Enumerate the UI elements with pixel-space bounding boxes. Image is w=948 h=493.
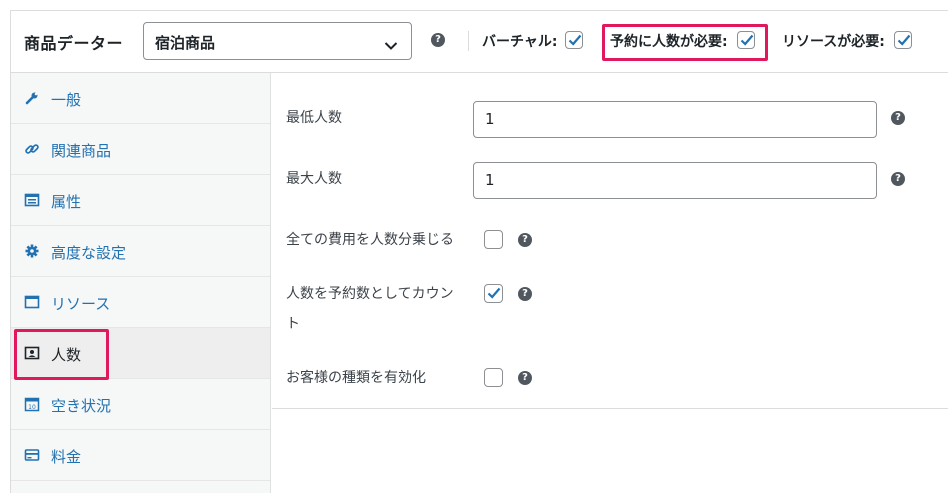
link-icon bbox=[24, 141, 40, 157]
requires-persons-label: 予約に人数が必要: bbox=[610, 34, 728, 50]
tab-general[interactable]: 一般 bbox=[11, 73, 270, 124]
min-persons-help-icon[interactable]: ? bbox=[891, 111, 905, 125]
window-icon bbox=[24, 294, 40, 310]
svg-text:10: 10 bbox=[28, 404, 36, 411]
product-data-header: 商品データー 宿泊商品 ? バーチャル: 予約に人数が必要: リソースが必要: bbox=[11, 11, 948, 73]
person-types-label: お客様の種類を有効化 bbox=[286, 370, 426, 386]
tab-availability-label: 空き状況 bbox=[51, 397, 112, 415]
persons-tab-highlight bbox=[14, 329, 109, 380]
product-type-help-icon[interactable]: ? bbox=[431, 33, 445, 47]
requires-persons-checkbox[interactable] bbox=[737, 31, 755, 49]
tab-linked-products[interactable]: 関連商品 bbox=[11, 124, 270, 175]
product-data-title: 商品データー bbox=[24, 34, 124, 53]
tab-general-label: 一般 bbox=[51, 91, 82, 109]
virtual-checkbox[interactable] bbox=[565, 31, 583, 49]
tab-availability[interactable]: 10 空き状況 bbox=[11, 379, 270, 430]
multiply-costs-label: 全ての費用を人数分乗じる bbox=[286, 232, 454, 248]
product-type-value: 宿泊商品 bbox=[155, 34, 216, 52]
gear-icon bbox=[24, 243, 40, 259]
persons-panel: 最低人数 1 ? 最大人数 1 ? 全ての費用を人数分乗じる ? 人数を予約数と… bbox=[272, 73, 948, 409]
max-persons-help-icon[interactable]: ? bbox=[891, 172, 905, 186]
tab-attributes[interactable]: 属性 bbox=[11, 175, 270, 226]
min-persons-input[interactable]: 1 bbox=[473, 101, 877, 138]
header-divider bbox=[468, 31, 469, 51]
tab-attributes-label: 属性 bbox=[51, 193, 82, 211]
chevron-down-icon bbox=[384, 36, 398, 55]
tab-resources[interactable]: リソース bbox=[11, 277, 270, 328]
count-as-booking-label-line1: 人数を予約数としてカウン bbox=[286, 286, 454, 302]
requires-resources-label: リソースが必要: bbox=[782, 34, 885, 50]
product-data-panel: 商品データー 宿泊商品 ? バーチャル: 予約に人数が必要: リソースが必要: bbox=[10, 10, 948, 493]
min-persons-value: 1 bbox=[485, 110, 495, 128]
max-persons-label: 最大人数 bbox=[286, 171, 342, 187]
list-icon bbox=[24, 192, 40, 208]
product-data-tabs: 一般 関連商品 属性 高度な設定 リソース 人数 10 空き状況 料金 bbox=[11, 73, 271, 493]
person-types-checkbox[interactable] bbox=[484, 368, 503, 387]
tab-costs-label: 料金 bbox=[51, 448, 82, 466]
max-persons-input[interactable]: 1 bbox=[473, 162, 877, 199]
tab-costs[interactable]: 料金 bbox=[11, 430, 270, 481]
min-persons-label: 最低人数 bbox=[286, 110, 342, 126]
count-as-booking-help-icon[interactable]: ? bbox=[518, 287, 532, 301]
check-icon bbox=[897, 34, 911, 46]
check-icon bbox=[740, 34, 754, 46]
tab-advanced-label: 高度な設定 bbox=[51, 244, 127, 262]
card-icon bbox=[24, 447, 40, 463]
product-type-select[interactable]: 宿泊商品 bbox=[143, 22, 412, 60]
virtual-label: バーチャル: bbox=[482, 34, 558, 50]
count-as-booking-checkbox[interactable] bbox=[484, 284, 503, 303]
wrench-icon bbox=[24, 90, 40, 106]
multiply-costs-checkbox[interactable] bbox=[484, 230, 503, 249]
requires-resources-checkbox[interactable] bbox=[894, 31, 912, 49]
person-types-help-icon[interactable]: ? bbox=[518, 371, 532, 385]
calendar-icon: 10 bbox=[24, 396, 40, 412]
tab-resources-label: リソース bbox=[51, 295, 111, 313]
tab-advanced[interactable]: 高度な設定 bbox=[11, 226, 270, 277]
max-persons-value: 1 bbox=[485, 171, 495, 189]
tab-linked-products-label: 関連商品 bbox=[51, 142, 112, 160]
count-as-booking-label-line2: ト bbox=[286, 316, 300, 332]
check-icon bbox=[568, 34, 582, 46]
check-icon bbox=[487, 287, 501, 299]
multiply-costs-help-icon[interactable]: ? bbox=[518, 233, 532, 247]
